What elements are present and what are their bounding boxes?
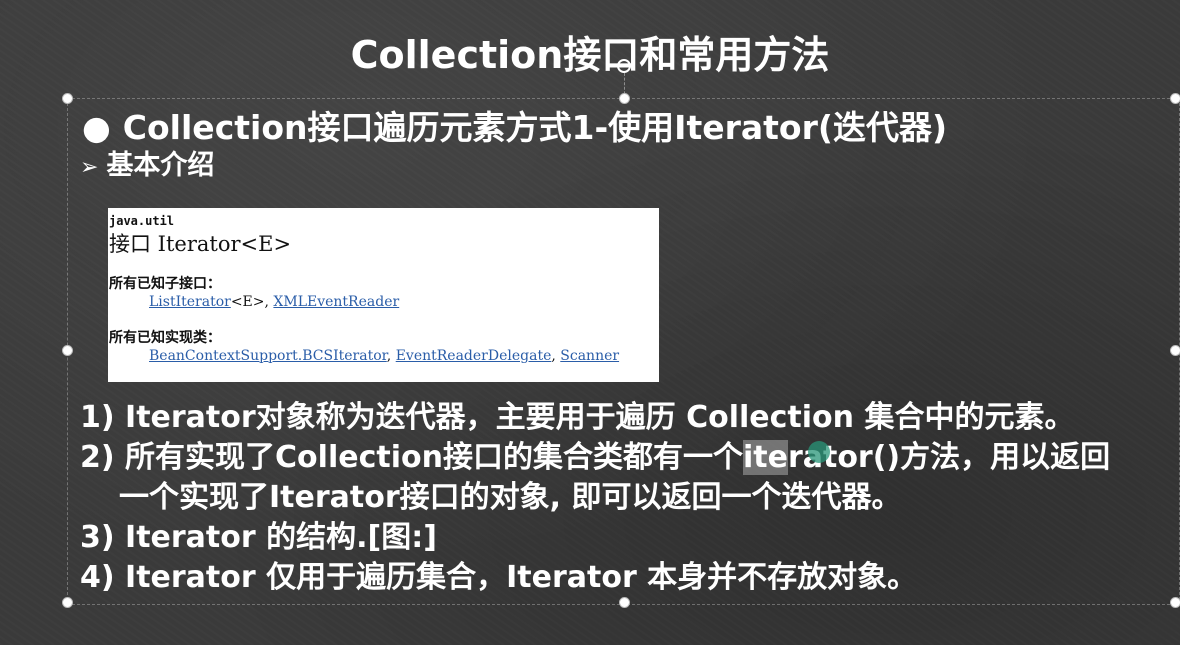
point-2-highlight: ite [742, 440, 788, 475]
link-listiterator[interactable]: ListIterator [149, 294, 231, 310]
doc-package: java.util [109, 214, 175, 228]
resize-handle-bottom-left[interactable] [62, 597, 73, 608]
resize-handle-middle-right[interactable] [1170, 345, 1180, 356]
section-heading-text: Collection接口遍历元素方式1-使用Iterator(迭代器) [122, 108, 948, 147]
point-3: 3) Iterator 的结构.[图:] [80, 520, 437, 555]
link-xmleventreader[interactable]: XMLEventReader [273, 294, 399, 310]
doc-separator: <E>, [230, 294, 274, 310]
doc-implementing-label: 所有已知实现类： [109, 330, 221, 346]
point-1: 1) Iterator对象称为迭代器，主要用于遍历 Collection 集合中… [80, 400, 1075, 435]
link-eventreaderdelegate[interactable]: EventReaderDelegate [396, 348, 552, 364]
section-heading: ● Collection接口遍历元素方式1-使用Iterator(迭代器) [82, 106, 947, 150]
resize-handle-top-left[interactable] [62, 93, 73, 104]
javadoc-screenshot: java.util 接口 Iterator<E> 所有已知子接口： ListIt… [108, 208, 659, 382]
resize-handle-middle-left[interactable] [62, 345, 73, 356]
doc-implementing-list: BeanContextSupport.BCSIterator, EventRea… [109, 347, 659, 365]
subheading-text: 基本介绍 [106, 150, 215, 181]
doc-separator: , [386, 348, 396, 364]
subheading: ➢ 基本介绍 [80, 148, 214, 186]
points-list: 1) Iterator对象称为迭代器，主要用于遍历 Collection 集合中… [80, 398, 1110, 598]
doc-subinterfaces-label: 所有已知子接口： [109, 276, 221, 292]
bullet-icon: ● [82, 108, 111, 147]
resize-handle-top-center[interactable] [619, 93, 630, 104]
resize-handle-bottom-right[interactable] [1170, 597, 1180, 608]
doc-interface-title: 接口 Iterator<E> [109, 232, 292, 256]
link-bcsiterator[interactable]: BeanContextSupport.BCSIterator [149, 348, 387, 364]
rotate-handle-icon[interactable] [617, 59, 631, 73]
point-4: 4) Iterator 仅用于遍历集合，Iterator 本身并不存放对象。 [80, 560, 918, 595]
doc-separator: , [551, 348, 561, 364]
arrow-bullet-icon: ➢ [80, 155, 99, 180]
point-2-continuation: 一个实现了Iterator接口的对象, 即可以返回一个迭代器。 [119, 480, 902, 515]
pointer-cursor-icon [808, 441, 830, 463]
slide-title: Collection接口和常用方法 [350, 33, 830, 77]
point-2-text-b: rator()方法，用以返回 [787, 440, 1111, 475]
resize-handle-top-right[interactable] [1170, 93, 1180, 104]
link-scanner[interactable]: Scanner [560, 348, 619, 364]
resize-handle-bottom-center[interactable] [619, 597, 630, 608]
doc-subinterfaces-list: ListIterator<E>, XMLEventReader [109, 293, 659, 311]
point-2-text-a: 2) 所有实现了Collection接口的集合类都有一个 [80, 440, 743, 475]
point-2: 2) 所有实现了Collection接口的集合类都有一个iterator()方法… [80, 438, 1110, 478]
